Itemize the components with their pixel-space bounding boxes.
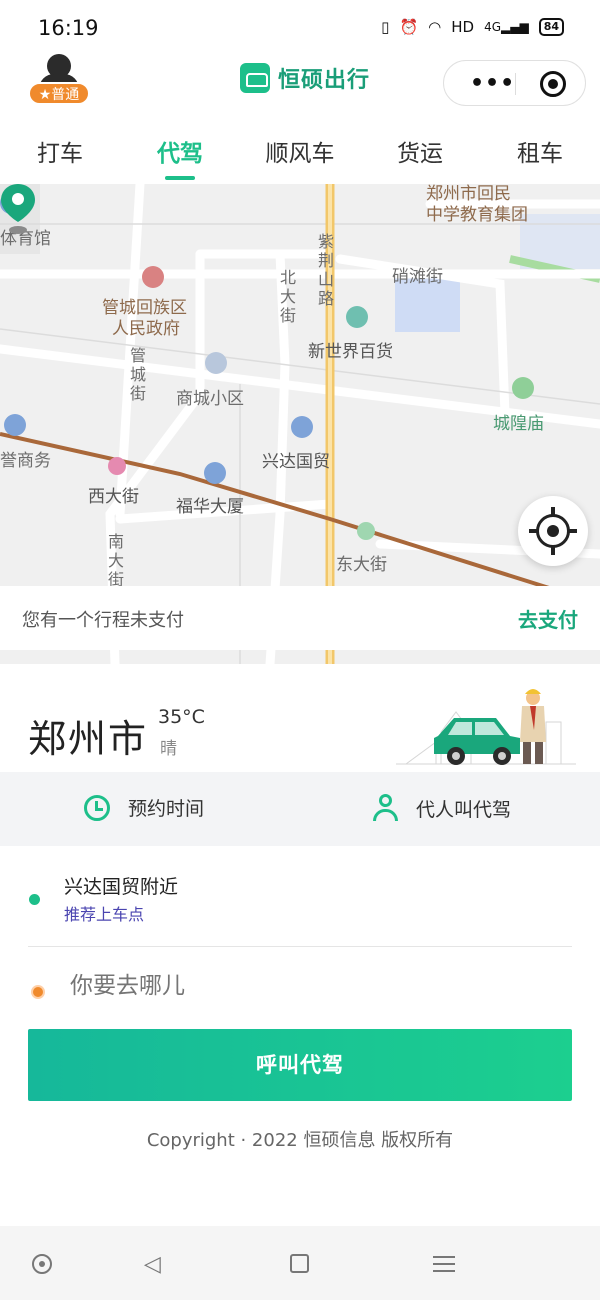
map-label-shangwu: 誉商务 <box>0 451 51 471</box>
tab-car-rental[interactable]: 租车 <box>480 118 600 184</box>
city-name: 郑州市 <box>28 717 149 761</box>
government-icon <box>142 266 164 288</box>
map-label-xidajie: 西大街 <box>88 487 139 507</box>
metro-icon <box>108 457 126 475</box>
tab-freight[interactable]: 货运 <box>360 118 480 184</box>
mini-program-capsule: ••• <box>443 60 586 106</box>
status-bar: 16:19 ▯ ⏰ ◠ HD 4G▂▄▆ 84 <box>0 0 600 56</box>
destination-dot-icon <box>31 985 45 999</box>
avatar[interactable]: ★普通 <box>28 54 90 106</box>
car-logo-icon <box>240 63 270 93</box>
person-body <box>373 809 398 821</box>
app-screen: 16:19 ▯ ⏰ ◠ HD 4G▂▄▆ 84 ★普通 恒硕出行 ••• 打车 … <box>0 0 600 1300</box>
capsule-divider <box>515 73 516 95</box>
copyright-text: Copyright · 2022 恒硕信息 版权所有 <box>146 1130 454 1151</box>
map-label-gov-line2: 人民政府 <box>112 319 180 339</box>
signal-label: 4G <box>484 20 501 34</box>
map-label-guancheng-street: 管城街 <box>130 346 147 403</box>
map-label-xinshijie: 新世界百货 <box>308 342 393 362</box>
dongdajie-icon <box>357 522 375 540</box>
map-label-zijing-road: 紫荆山路 <box>318 232 335 308</box>
locate-tick-left <box>529 529 538 533</box>
assistant-icon[interactable] <box>32 1254 52 1274</box>
map-label-dongdajie: 东大街 <box>336 555 387 575</box>
person-head <box>379 794 392 807</box>
battery-icon: 84 <box>538 18 564 36</box>
residential-icon <box>205 352 227 374</box>
call-for-others-button[interactable]: 代人叫代驾 <box>372 794 511 822</box>
xingda-icon <box>291 416 313 438</box>
weather-section: 郑州市 35°C 晴 <box>0 664 600 772</box>
brand-name: 恒硕出行 <box>278 68 371 93</box>
clock-icon <box>84 794 110 821</box>
system-nav-bar: ◁ <box>0 1226 600 1300</box>
map-label-school: 郑州市回民 中学教育集团 <box>426 184 528 226</box>
map-label-xiaotan: 硝滩街 <box>392 267 443 287</box>
map-label-government: 管城回族区 人民政府 <box>102 298 187 340</box>
pickup-dot-icon <box>29 894 40 905</box>
member-badge: ★普通 <box>28 82 90 105</box>
target-icon[interactable] <box>540 71 566 97</box>
options-bar: 预约时间 代人叫代驾 <box>0 772 600 846</box>
locate-tick-top <box>551 507 555 516</box>
map-label-beida-street: 北大街 <box>280 268 297 325</box>
header: ★普通 恒硕出行 ••• <box>0 52 600 112</box>
pay-button[interactable]: 去支付 <box>518 604 578 633</box>
map-label-gov-line1: 管城回族区 <box>102 298 187 318</box>
schedule-time-label: 预约时间 <box>128 798 205 820</box>
menu-icon[interactable] <box>433 1256 455 1272</box>
tab-taxi[interactable]: 打车 <box>0 118 120 184</box>
back-icon[interactable]: ◁ <box>144 1252 161 1277</box>
alarm-icon: ⏰ <box>399 18 419 36</box>
signal-icon: 4G▂▄▆ <box>484 20 529 34</box>
destination-location[interactable] <box>0 947 600 1029</box>
clock-time: 16:19 <box>38 16 99 40</box>
locate-me-button[interactable] <box>518 496 588 566</box>
destination-input[interactable] <box>70 973 470 999</box>
pickup-location[interactable]: 兴达国贸附近 推荐上车点 <box>0 846 600 946</box>
call-driver-button[interactable]: 呼叫代驾 <box>28 1029 572 1101</box>
network-label: HD <box>451 18 475 36</box>
person-icon <box>372 794 398 822</box>
map-label-nandajie: 南大街 <box>108 532 125 589</box>
mall-icon <box>346 306 368 328</box>
driver-car-illustration <box>396 689 576 765</box>
schedule-time-button[interactable]: 预约时间 <box>84 794 204 821</box>
location-pin-icon <box>1 184 35 234</box>
locate-tick-right <box>568 529 577 533</box>
locate-tick-bottom <box>551 546 555 555</box>
tab-carpool[interactable]: 顺风车 <box>240 118 360 184</box>
vibrate-icon: ▯ <box>381 18 390 36</box>
map-label-shangcheng: 商城小区 <box>176 389 244 409</box>
map-label-school-line1: 郑州市回民 <box>426 184 511 204</box>
map-label-school-line2: 中学教育集团 <box>426 205 528 225</box>
wifi-icon: ◠ <box>428 18 442 36</box>
more-icon[interactable]: ••• <box>470 71 515 96</box>
map-label-fuhua: 福华大厦 <box>176 497 244 517</box>
pickup-hint: 推荐上车点 <box>64 905 145 924</box>
locate-dot <box>547 525 559 537</box>
map-label-xingda: 兴达国贸 <box>262 452 330 472</box>
status-icons: ▯ ⏰ ◠ HD 4G▂▄▆ 84 <box>381 18 564 36</box>
tab-designated-driver[interactable]: 代驾 <box>120 118 240 184</box>
unpaid-trip-banner: 您有一个行程未支付 去支付 <box>0 586 600 650</box>
brand: 恒硕出行 <box>240 62 370 94</box>
temple-icon <box>512 377 534 399</box>
temperature: 35°C <box>158 706 205 728</box>
office-icon <box>4 414 26 436</box>
home-icon[interactable] <box>290 1254 309 1273</box>
weather-condition: 晴 <box>160 739 177 759</box>
service-tabs: 打车 代驾 顺风车 货运 租车 <box>0 118 600 184</box>
fuhua-icon <box>204 462 226 484</box>
call-for-others-label: 代人叫代驾 <box>416 798 512 821</box>
unpaid-message: 您有一个行程未支付 <box>22 610 184 631</box>
pickup-address: 兴达国贸附近 <box>64 876 179 898</box>
map-label-chenghuangmiao: 城隍庙 <box>493 414 544 434</box>
